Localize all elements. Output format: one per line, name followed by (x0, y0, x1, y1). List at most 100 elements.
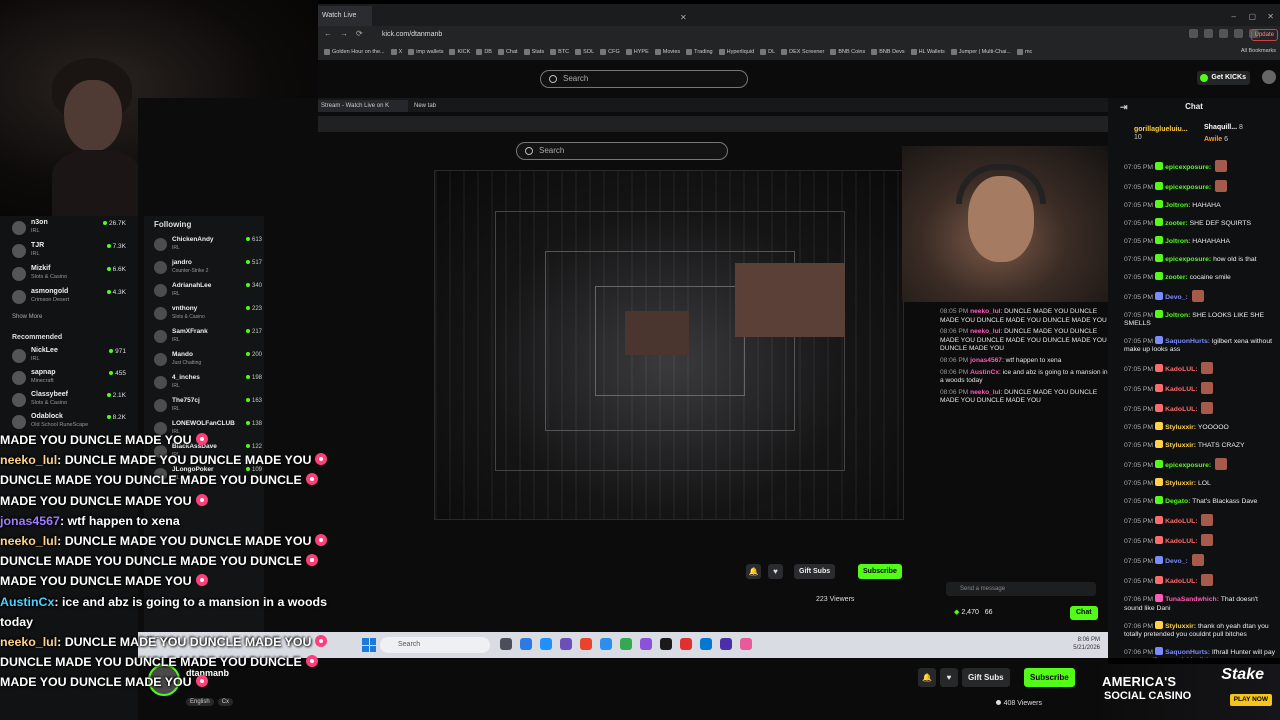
leader-3[interactable]: Awile 6 (1204, 136, 1228, 144)
chat-username[interactable]: SaquonHurts: (1165, 649, 1210, 656)
chat-message[interactable]: 07:05 PM zooter: cocaine smile (1108, 272, 1280, 282)
chat-message[interactable]: 07:05 PM KadoLUL: (1108, 514, 1280, 527)
chat-username[interactable]: SaquonHurts: (1165, 338, 1210, 345)
chat-username[interactable]: Styluxxir: (1165, 442, 1196, 449)
channel-row[interactable]: sapnap Minecraft 455 (12, 368, 132, 388)
bookmark-item[interactable]: Trading (686, 49, 713, 55)
bookmark-item[interactable]: mc (1016, 49, 1032, 55)
channel-row[interactable]: AdrianahLee IRL 340 (154, 280, 266, 302)
get-kicks-button[interactable]: Get KICKs (1197, 71, 1250, 85)
channel-row[interactable]: Mizkif Slots & Casino 6.6K (12, 264, 132, 284)
chat-username[interactable]: KadoLUL: (1165, 406, 1197, 413)
bookmark-item[interactable]: Chat (497, 49, 518, 55)
chat-message[interactable]: 07:05 PM epicexposure: (1108, 458, 1280, 471)
chat-message[interactable]: 07:05 PM KadoLUL: (1108, 534, 1280, 547)
chat-message[interactable]: 07:05 PM KadoLUL: (1108, 402, 1280, 415)
chat-message[interactable]: 07:05 PM zooter: SHE DEF SQUIRTS (1108, 218, 1280, 228)
channel-row[interactable]: Classybeef Slots & Casino 2.1K (12, 390, 132, 410)
channel-row[interactable]: TJR IRL 7.3K (12, 241, 132, 261)
chat-message[interactable]: 07:06 PM SaquonHurts: Ifhrall Hunter will… (1108, 646, 1280, 658)
search-input[interactable]: Search (540, 70, 748, 88)
forward-icon[interactable]: → (340, 29, 348, 38)
bookmark-item[interactable]: CFG (600, 49, 620, 55)
chat-username[interactable]: KadoLUL: (1165, 366, 1197, 373)
chat-username[interactable]: Degato: (1165, 498, 1190, 505)
chat-username[interactable]: zooter: (1165, 220, 1188, 227)
chat-username[interactable]: Styluxxir: (1165, 424, 1196, 431)
bookmark-item[interactable]: SOL (575, 49, 594, 55)
channel-row[interactable]: The757cj IRL 163 (154, 395, 266, 417)
chat-message[interactable]: 07:05 PM KadoLUL: (1108, 574, 1280, 587)
channel-row[interactable]: Mando Just Chatting 200 (154, 349, 266, 371)
bell-icon[interactable]: 🔔 (918, 668, 936, 687)
chat-message[interactable]: 07:05 PM Joltron: HAHAHA (1108, 200, 1280, 210)
gift-subs-button[interactable]: Gift Subs (962, 668, 1010, 687)
subscribe-button[interactable]: Subscribe (1024, 668, 1075, 687)
chat-username[interactable]: epicexposure: (1165, 164, 1211, 171)
chat-message[interactable]: 07:05 PM Styluxxir: YOOOOO (1108, 422, 1280, 432)
all-bookmarks[interactable]: All Bookmarks (1241, 48, 1276, 54)
bookmark-item[interactable]: BNB Coins (830, 49, 865, 55)
chat-message[interactable]: 07:05 PM Joltron: SHE LOOKS LIKE SHE SMEL… (1108, 310, 1280, 328)
channel-row[interactable]: jandro Counter-Strike 2 517 (154, 257, 266, 279)
chat-username[interactable]: Styluxxir: (1165, 623, 1196, 630)
chat-message[interactable]: 07:05 PM Devo_: (1108, 290, 1280, 302)
chat-message[interactable]: 07:05 PM KadoLUL: (1108, 382, 1280, 395)
chat-username[interactable]: Styluxxir: (1165, 480, 1196, 487)
chat-message[interactable]: 07:06 PM Styluxxir: thank oh yeah dtan yo… (1108, 620, 1280, 639)
bookmark-item[interactable]: Golden Hour on the... (324, 49, 385, 55)
channel-row[interactable]: asmongold Crimson Desert 4.3K (12, 287, 132, 307)
chat-message[interactable]: 07:05 PM epicexposure: how old is that (1108, 254, 1280, 264)
back-icon[interactable]: ← (324, 29, 332, 38)
bookmark-item[interactable]: DB (476, 49, 492, 55)
bookmark-item[interactable]: Movies (654, 49, 680, 55)
chat-username[interactable]: zooter: (1165, 274, 1188, 281)
maximize-icon[interactable]: ▢ (1248, 12, 1256, 21)
leader-1[interactable]: gorillaglueluiu... 10 (1134, 126, 1188, 142)
extension-icon[interactable] (1219, 29, 1228, 38)
collapse-chat-icon[interactable]: ⇥ (1120, 98, 1128, 116)
chat-message[interactable]: 07:06 PM TunaSandwhich: That doesn't soun… (1108, 594, 1280, 612)
chat-username[interactable]: Joltron: (1165, 238, 1190, 245)
show-more-link[interactable]: Show More (12, 314, 42, 320)
chat-message[interactable]: 07:05 PM Degato: That's Blackass Dave (1108, 496, 1280, 506)
chat-message[interactable]: 07:05 PM epicexposure: (1108, 160, 1280, 172)
leader-2[interactable]: Shaquill... 8 (1204, 124, 1243, 132)
bookmark-item[interactable]: X (390, 49, 402, 55)
channel-row[interactable]: SamXFrank IRL 217 (154, 326, 266, 348)
bookmark-item[interactable]: HYPE (625, 49, 649, 55)
extension-icon[interactable] (1189, 29, 1198, 38)
chat-username[interactable]: Devo_: (1165, 294, 1188, 301)
bookmark-item[interactable]: Jumper | Multi-Chai... (950, 49, 1011, 55)
chat-username[interactable]: Devo_: (1165, 558, 1188, 565)
chat-username[interactable]: KadoLUL: (1165, 518, 1197, 525)
chat-username[interactable]: Joltron: (1165, 202, 1190, 209)
chat-username[interactable]: TunaSandwhich: (1165, 596, 1219, 603)
chat-username[interactable]: epicexposure: (1165, 462, 1211, 469)
reload-icon[interactable]: ⟳ (356, 29, 363, 38)
chat-message[interactable]: 07:05 PM Styluxxir: LOL (1108, 478, 1280, 488)
bookmark-item[interactable]: Stats (523, 49, 544, 55)
chat-message[interactable]: 07:05 PM SaquonHurts: lgilbert xena witho… (1108, 336, 1280, 354)
chat-username[interactable]: Joltron: (1165, 312, 1190, 319)
update-button[interactable]: Update (1250, 29, 1278, 41)
close-window-icon[interactable]: ✕ (1267, 12, 1274, 21)
chat-username[interactable]: KadoLUL: (1165, 538, 1197, 545)
close-tab-icon[interactable]: ✕ (680, 13, 687, 22)
sponsor-banner[interactable]: AMERICA'S SOCIAL CASINO Stake PLAY NOW (1102, 664, 1280, 720)
channel-row[interactable]: NickLee IRL 971 (12, 346, 132, 366)
channel-row[interactable]: n3on IRL 26.7K (12, 218, 132, 238)
extension-icon[interactable] (1204, 29, 1213, 38)
address-bar[interactable]: kick.com/dtanmanb (382, 29, 902, 41)
play-now-button[interactable]: PLAY NOW (1229, 694, 1272, 706)
browser-tab[interactable]: Watch Live (318, 6, 372, 26)
chat-message[interactable]: 07:05 PM KadoLUL: (1108, 362, 1280, 375)
extension-icon[interactable] (1234, 29, 1243, 38)
bookmark-item[interactable]: BNB Devs (871, 49, 905, 55)
bookmark-item[interactable]: KICK (449, 49, 470, 55)
chat-username[interactable]: epicexposure: (1165, 256, 1211, 263)
minimize-icon[interactable]: – (1232, 12, 1236, 21)
chat-message[interactable]: 07:05 PM Devo_: (1108, 554, 1280, 567)
channel-row[interactable]: ChickenAndy IRL 613 (154, 234, 266, 256)
chat-username[interactable]: KadoLUL: (1165, 578, 1197, 585)
